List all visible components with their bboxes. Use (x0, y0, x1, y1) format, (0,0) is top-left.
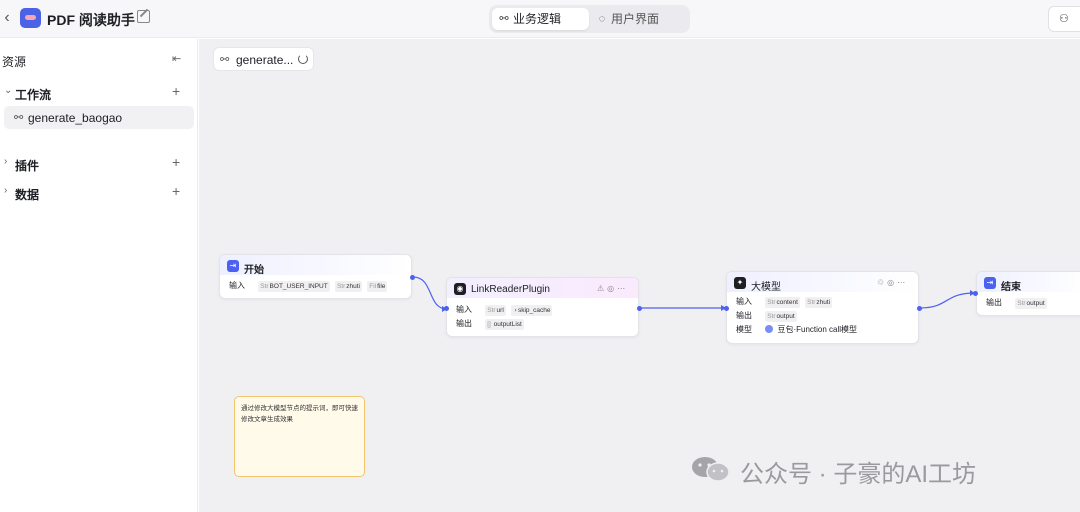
add-plugin-icon[interactable]: + (172, 154, 180, 170)
sidebar-group-plugin[interactable]: › 插件 + (0, 153, 198, 175)
edge-start-plugin (412, 276, 448, 310)
row-label: 输入 (456, 305, 472, 314)
doubao-model-icon (765, 325, 774, 333)
item-label: generate_baogao (28, 111, 123, 125)
row-label: 输入 (736, 297, 752, 306)
group-label: 插件 (15, 159, 40, 173)
resource-sidebar: 资源 ⇤ ⌄ 工作流 + ⚯ generate_baogao › 插件 + › … (0, 39, 198, 512)
node-actions[interactable]: ♲◎⋯ (877, 278, 908, 287)
sidebar-title: 资源 (2, 55, 27, 69)
node-row-output: 输出 [] outputList (456, 318, 527, 330)
output-port[interactable] (637, 306, 642, 311)
input-port[interactable] (724, 306, 729, 311)
app-title: PDF 阅读助手 (47, 12, 135, 28)
row-label: 模型 (736, 325, 752, 334)
param-tag: StrBOT_USER_INPUT (258, 281, 330, 292)
node-link-reader-plugin[interactable]: ◉ LinkReaderPlugin ⚠◎⋯ 输入 Strurl ◑skip_c… (446, 277, 639, 337)
chevron-down-icon: ⌄ (4, 85, 13, 96)
input-port[interactable] (973, 291, 978, 296)
node-row-input: 输入 StrBOT_USER_INPUT Strzhuti Filfile (229, 280, 390, 292)
collapse-sidebar-icon[interactable]: ⇤ (172, 52, 181, 65)
sidebar-group-workflow[interactable]: ⌄ 工作流 + (0, 82, 198, 104)
group-label: 工作流 (15, 88, 52, 102)
param-tag: Stroutput (765, 311, 797, 322)
node-row-input: 输入 Strcontent Strzhuti (736, 296, 835, 308)
edge-llm-end (919, 292, 976, 309)
param-tag: [] outputList (485, 319, 524, 330)
node-row-output: 输出 Stroutput (736, 310, 800, 322)
sidebar-group-data[interactable]: › 数据 + (0, 182, 198, 204)
sidebar-item-generate-baogao[interactable]: ⚯ generate_baogao (4, 106, 194, 129)
workflow-icon: ⚯ (499, 13, 509, 25)
node-actions[interactable]: ⚠◎⋯ (597, 284, 628, 293)
chevron-right-icon: › (4, 156, 8, 167)
chevron-right-icon: › (4, 185, 8, 196)
top-bar: ‹ PDF 阅读助手 ⚯ 业务逻辑 ◌ 用户界面 ⚇ (0, 0, 1080, 38)
workflow-icon: ⚯ (14, 112, 24, 124)
add-data-icon[interactable]: + (172, 183, 180, 199)
collaborate-button[interactable]: ⚇ (1048, 6, 1080, 32)
workflow-canvas[interactable]: ⚯ generate... ⇥ 开始 输入 StrBOT_USER_INPUT … (199, 39, 1080, 512)
app-logo-icon (20, 8, 41, 28)
param-tag: ◑skip_cache (511, 305, 553, 316)
node-row-model: 模型 豆包·Function call模型 (736, 324, 857, 336)
output-port[interactable] (410, 275, 415, 280)
param-tag: Strcontent (765, 297, 800, 308)
group-label: 数据 (15, 188, 40, 202)
users-icon: ⚇ (1059, 13, 1069, 25)
wechat-icon (692, 457, 730, 482)
start-icon: ⇥ (227, 260, 239, 272)
input-port[interactable] (444, 306, 449, 311)
end-icon: ⇥ (984, 277, 996, 289)
row-label: 输入 (229, 281, 245, 290)
node-row-input: 输入 Strurl ◑skip_cache (456, 304, 555, 316)
node-start[interactable]: ⇥ 开始 输入 StrBOT_USER_INPUT Strzhuti Filfi… (219, 254, 412, 299)
model-name: 豆包·Function call模型 (777, 325, 858, 334)
node-llm[interactable]: ✦ 大模型 ♲◎⋯ 输入 Strcontent Strzhuti 输出 Stro… (726, 271, 919, 344)
tab-user-interface[interactable]: ◌ 用户界面 (590, 8, 687, 30)
add-workflow-icon[interactable]: + (172, 83, 180, 99)
param-tag: Strzhuti (805, 297, 833, 308)
llm-icon: ✦ (734, 277, 746, 289)
output-port[interactable] (917, 306, 922, 311)
node-title: 结束 (1001, 282, 1021, 293)
node-end[interactable]: ⇥ 结束 输出 Stroutput (976, 271, 1080, 316)
tab-label: 业务逻辑 (513, 12, 562, 26)
plugin-icon: ◉ (454, 283, 466, 295)
param-tag: Filfile (367, 281, 388, 292)
row-label: 输出 (986, 298, 1002, 307)
watermark-text: 公众号 · 子豪的AI工坊 (740, 461, 977, 488)
edit-icon[interactable] (137, 10, 150, 23)
row-label: 输出 (456, 319, 472, 328)
node-title: LinkReaderPlugin (471, 284, 550, 295)
node-title: 大模型 (751, 282, 781, 293)
node-row-output: 输出 Stroutput (986, 297, 1050, 309)
tab-business-logic[interactable]: ⚯ 业务逻辑 (492, 8, 589, 30)
palette-icon: ◌ (598, 13, 606, 25)
row-label: 输出 (736, 311, 752, 320)
view-switcher: ⚯ 业务逻辑 ◌ 用户界面 (489, 5, 690, 33)
param-tag: Strurl (485, 305, 506, 316)
param-tag: Stroutput (1015, 298, 1047, 309)
chevron-left-icon[interactable]: ‹ (0, 8, 14, 28)
tab-label: 用户界面 (611, 12, 660, 26)
note-text: 通过修改大模型节点的提示词，即可快速修改文章生成效果 (241, 405, 358, 423)
canvas-note[interactable]: 通过修改大模型节点的提示词，即可快速修改文章生成效果 (234, 396, 365, 477)
node-title: 开始 (244, 265, 264, 276)
param-tag: Strzhuti (334, 281, 362, 292)
